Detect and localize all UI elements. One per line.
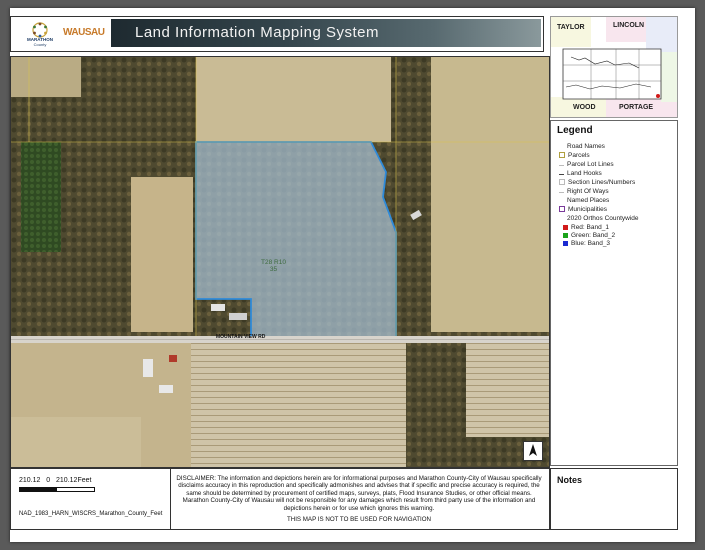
road-label: MOUNTAIN VIEW RD [216, 334, 266, 340]
legend-item: Parcels [559, 152, 639, 161]
marathon-county-logo: MARATHON County [23, 21, 57, 47]
notes-title: Notes [557, 475, 583, 485]
legend-item-label: Section Lines/Numbers [568, 179, 636, 186]
locator-label-lincoln: LINCOLN [613, 22, 645, 29]
disclaimer-panel: DISCLAIMER: The information and depictio… [170, 468, 550, 530]
scale-zero-value: 0 [46, 477, 51, 484]
scale-left-value: 210.12 [19, 477, 41, 484]
field [431, 57, 549, 332]
legend-item: 2020 Orthos Countywide [559, 215, 639, 224]
legend-band-red: Red: Band_1 [559, 224, 639, 232]
parcel-label: T28 R10 35 [261, 259, 286, 273]
scale-unit: Feet [77, 477, 92, 484]
building [229, 313, 247, 320]
scale-panel: 210.12 0 210.12Feet NAD_1983_HARN_WISCRS… [10, 468, 172, 530]
locator-label-portage: PORTAGE [619, 104, 654, 111]
crop-rows [191, 342, 406, 467]
legend-item-label: Parcel Lot Lines [567, 161, 614, 168]
legend-item: Land Hooks [559, 170, 639, 179]
legend-item: Municipalities [559, 206, 639, 215]
projection-label: NAD_1983_HARN_WISCRS_Marathon_County_Fee… [19, 511, 163, 517]
notes-panel: Notes [550, 468, 678, 530]
building [211, 304, 225, 311]
legend-item-label: Municipalities [568, 206, 608, 213]
marathon-logo-subtext: County [33, 42, 47, 47]
legend-item-label: Land Hooks [567, 170, 602, 177]
locator-map[interactable]: TAYLOR LINCOLN WOOD PORTAGE [550, 16, 678, 118]
wausau-logo-text: WAUSAU [63, 27, 105, 38]
scale-bar: 210.12 0 210.12Feet [19, 477, 91, 484]
legend-item: Named Places [559, 197, 639, 206]
page-title: Land Information Mapping System [111, 19, 541, 47]
north-arrow-icon [523, 441, 543, 461]
locator-label-taylor: TAYLOR [557, 24, 585, 31]
legend-band-label: Green: [571, 232, 591, 239]
wausau-logo: WAUSAU [63, 23, 105, 45]
disclaimer-text: DISCLAIMER: The information and depictio… [176, 475, 542, 512]
legend-band-value: Band_1 [586, 224, 609, 231]
legend-band-value: Band_3 [587, 240, 611, 247]
disclaimer-warning: THIS MAP IS NOT TO BE USED FOR NAVIGATIO… [286, 516, 432, 523]
field [131, 177, 193, 332]
locator-marker [656, 94, 660, 98]
locator-label-wood: WOOD [573, 104, 596, 111]
locator-map-graphic [551, 17, 677, 117]
legend-title: Legend [557, 125, 593, 136]
pine-stand [21, 142, 61, 252]
legend-band-label: Blue: [571, 240, 586, 247]
legend-band-green: Green: Band_2 [559, 232, 639, 240]
legend-list: Road Names Parcels Parcel Lot Lines Land… [559, 143, 639, 248]
legend-item-label: Named Places [567, 197, 610, 204]
map-view[interactable]: T28 R10 35 MOUNTAIN VIEW RD [10, 56, 550, 468]
legend-panel: Legend Road Names Parcels Parcel Lot Lin… [550, 120, 678, 466]
field [196, 57, 391, 142]
legend-item: Right Of Ways [559, 188, 639, 197]
legend-item: Road Names [559, 143, 639, 152]
legend-band-blue: Blue: Band_3 [559, 240, 639, 248]
legend-band-label: Red: [571, 224, 585, 231]
building [159, 385, 173, 393]
legend-item: Section Lines/Numbers [559, 179, 639, 188]
legend-item-label: 2020 Orthos Countywide [567, 215, 639, 222]
parcel-label-section: 35 [269, 266, 278, 273]
legend-item-label: Road Names [567, 143, 605, 150]
legend-item: Parcel Lot Lines [559, 161, 639, 170]
building [143, 359, 153, 377]
scale-right-value: 210.12 [56, 477, 78, 484]
building [169, 355, 177, 362]
legend-item-label: Parcels [568, 152, 590, 159]
legend-band-value: Band_2 [592, 232, 616, 239]
parcel-label-township: T28 R10 [261, 259, 286, 266]
map-header: MARATHON County WAUSAU Land Information … [10, 16, 544, 52]
scale-bar-graphic [19, 487, 95, 492]
legend-item-label: Right Of Ways [567, 188, 609, 195]
